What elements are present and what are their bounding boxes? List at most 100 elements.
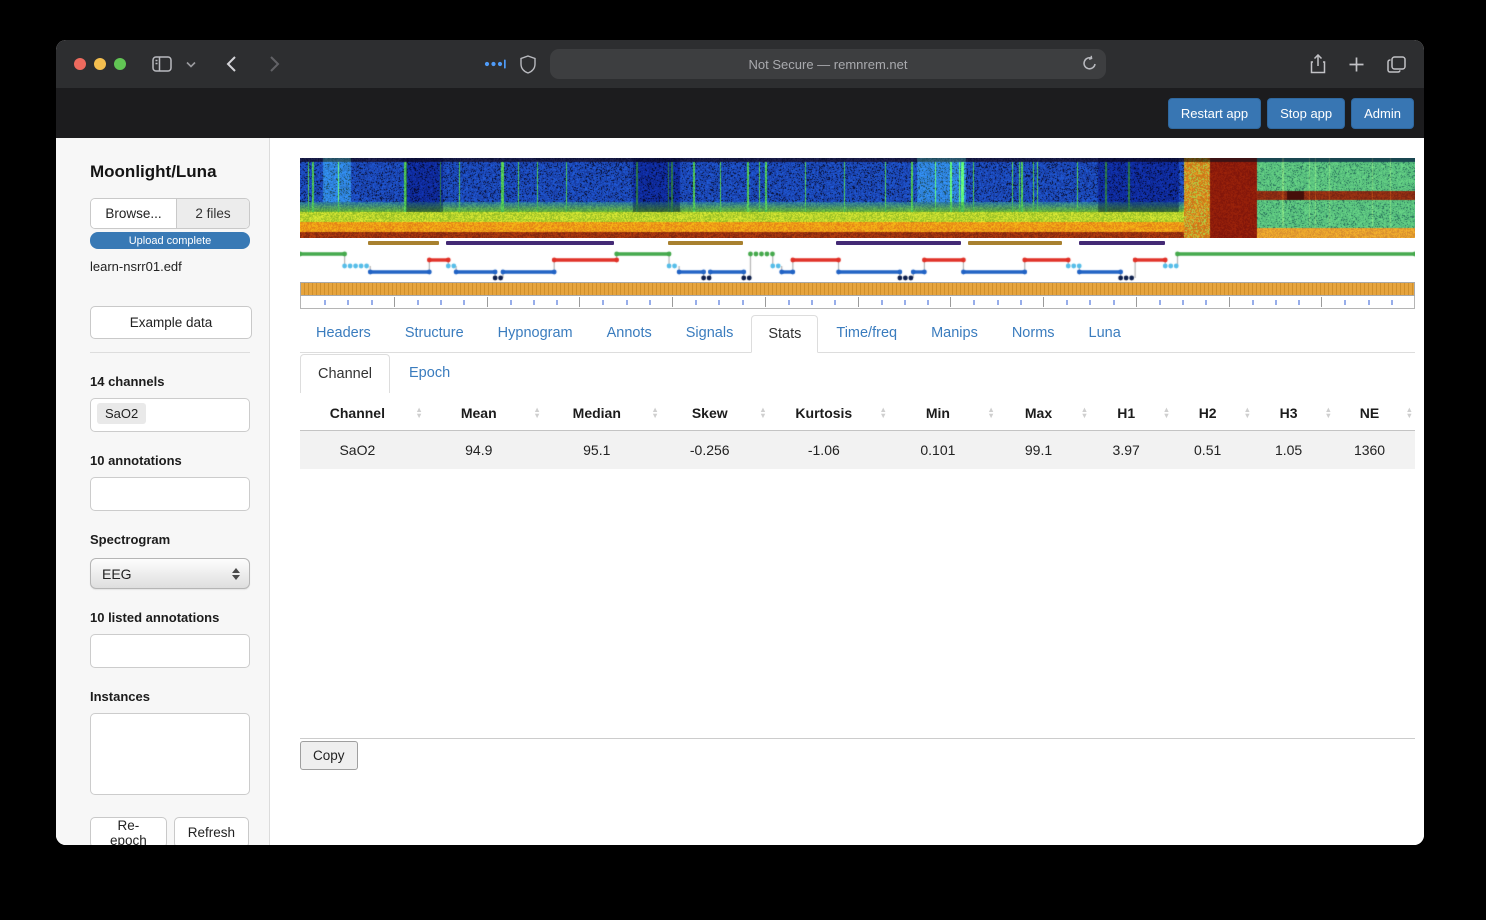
- spectrogram-canvas: [300, 158, 1415, 238]
- ruler-tick: [834, 300, 837, 305]
- tab-structure[interactable]: Structure: [389, 315, 480, 352]
- channel-select[interactable]: SaO2: [90, 398, 250, 432]
- epoch-band[interactable]: [300, 282, 1415, 296]
- tab-signals[interactable]: Signals: [670, 315, 750, 352]
- column-header-ne[interactable]: NE ▲ ▼: [1334, 395, 1415, 431]
- zoom-window-button[interactable]: [114, 58, 126, 70]
- tab-overview-icon[interactable]: [1387, 55, 1406, 73]
- ruler-tick: [370, 300, 373, 305]
- ruler-tick: [1298, 300, 1301, 305]
- admin-bar: Restart app Stop app Admin: [56, 88, 1424, 138]
- ruler-tick: [509, 300, 512, 305]
- select-stepper-icon: [232, 567, 240, 580]
- ruler-tick: [579, 297, 581, 307]
- tab-norms[interactable]: Norms: [996, 315, 1071, 352]
- tab-headers[interactable]: Headers: [300, 315, 387, 352]
- instances-textarea[interactable]: [90, 713, 250, 795]
- share-icon[interactable]: [1310, 54, 1326, 74]
- column-header-h2[interactable]: H2 ▲ ▼: [1172, 395, 1254, 431]
- annotation-bar-brown: [967, 241, 1062, 245]
- sort-arrows-icon: ▲ ▼: [533, 404, 541, 420]
- column-header-h1[interactable]: H1 ▲ ▼: [1090, 395, 1173, 431]
- ruler-tick: [1205, 300, 1208, 305]
- copy-button[interactable]: Copy: [300, 741, 358, 770]
- tab-time-freq[interactable]: Time/freq: [820, 315, 913, 352]
- column-header-channel[interactable]: Channel ▲ ▼: [300, 395, 425, 431]
- ruler-tick: [1344, 300, 1347, 305]
- ruler-tick: [1321, 297, 1323, 307]
- reload-icon[interactable]: [1082, 55, 1097, 72]
- annotation-bar-brown: [667, 241, 743, 245]
- spectrogram-channel-select[interactable]: EEG: [90, 558, 250, 589]
- ruler-tick: [1043, 297, 1044, 307]
- tab-stats[interactable]: Stats: [751, 315, 819, 353]
- channel-chip[interactable]: SaO2: [97, 403, 147, 424]
- column-header-skew[interactable]: Skew ▲ ▼: [660, 395, 769, 431]
- table-cell: 94.9: [465, 442, 493, 458]
- hypnogram-canvas[interactable]: [300, 249, 1415, 282]
- sidebar: Moonlight/Luna Browse... 2 files Upload …: [56, 138, 270, 845]
- ruler-tick: [416, 300, 419, 305]
- ruler-tick: [1089, 300, 1092, 305]
- close-window-button[interactable]: [74, 58, 86, 70]
- ruler-tick: [857, 297, 859, 307]
- back-icon[interactable]: [226, 55, 237, 73]
- spectrogram-label: Spectrogram: [90, 532, 171, 547]
- app-title: Moonlight/Luna: [90, 162, 217, 181]
- time-ruler[interactable]: [300, 296, 1415, 309]
- sidebar-toggle-icon[interactable]: [152, 56, 172, 72]
- browser-toolbar: Not Secure — remnrem.net: [56, 40, 1424, 88]
- ruler-tick: [903, 300, 906, 305]
- listed-annotations-input[interactable]: [90, 634, 250, 668]
- table-cell: 0.101: [920, 442, 956, 458]
- ruler-tick: [324, 300, 327, 305]
- column-header-h3[interactable]: H3 ▲ ▼: [1253, 395, 1335, 431]
- subtab-channel[interactable]: Channel: [300, 354, 391, 393]
- stats-table: Channel ▲ ▼ Mean ▲ ▼ Median ▲ ▼ Skew ▲ ▼ Kurtosis ▲ ▼ M…: [300, 395, 1415, 469]
- annotations-input[interactable]: [90, 477, 250, 511]
- ruler-tick: [1158, 300, 1161, 305]
- tab-hypnogram[interactable]: Hypnogram: [482, 315, 589, 352]
- admin-button[interactable]: Admin: [1351, 97, 1414, 129]
- spectrogram-channel-value: EEG: [102, 565, 132, 582]
- ruler-tick: [695, 300, 698, 305]
- channels-label: 14 channels: [90, 374, 165, 389]
- subtab-epoch[interactable]: Epoch: [392, 354, 467, 393]
- ruler-tick: [973, 300, 976, 305]
- url-field[interactable]: Not Secure — remnrem.net: [550, 49, 1106, 79]
- refresh-button[interactable]: Refresh: [173, 817, 249, 845]
- table-cell: 99.1: [1024, 442, 1053, 458]
- browse-button[interactable]: Browse...: [91, 199, 177, 228]
- signal-viewer: [300, 158, 1415, 309]
- tab-luna[interactable]: Luna: [1073, 315, 1137, 352]
- ruler-tick: [718, 300, 721, 305]
- tab-manips[interactable]: Manips: [915, 315, 994, 352]
- re-epoch-button[interactable]: Re-epoch: [90, 817, 167, 845]
- ruler-tick: [1066, 300, 1069, 305]
- screen-background: Not Secure — remnrem.net Restart app Sto…: [0, 0, 1486, 920]
- ruler-tick: [393, 297, 395, 307]
- file-input[interactable]: Browse... 2 files: [90, 198, 250, 229]
- example-data-button[interactable]: Example data: [90, 306, 252, 339]
- ruler-tick: [347, 300, 350, 305]
- restart-app-button[interactable]: Restart app: [1167, 97, 1262, 129]
- column-header-max[interactable]: Max ▲ ▼: [996, 395, 1091, 431]
- ruler-tick: [602, 300, 605, 305]
- shield-icon[interactable]: [520, 54, 536, 74]
- table-row[interactable]: SaO2 94.9 95.1 -0.256 -1.06 0.101 99.1 3.97 0.51…: [300, 430, 1415, 469]
- annotations-label: 10 annotations: [90, 453, 182, 468]
- stop-app-button[interactable]: Stop app: [1267, 97, 1346, 129]
- column-header-mean[interactable]: Mean ▲ ▼: [424, 395, 543, 431]
- sort-arrows-icon: ▲ ▼: [1324, 404, 1333, 420]
- column-header-min[interactable]: Min ▲ ▼: [888, 395, 997, 431]
- new-tab-icon[interactable]: [1348, 56, 1365, 73]
- forward-icon[interactable]: [269, 55, 280, 73]
- sidebar-divider: [90, 352, 250, 353]
- loaded-filename: learn-nsrr01.edf: [90, 259, 182, 274]
- tab-annots[interactable]: Annots: [591, 315, 668, 352]
- minimize-window-button[interactable]: [94, 58, 106, 70]
- chevron-down-icon[interactable]: [186, 61, 196, 68]
- column-header-median[interactable]: Median ▲ ▼: [542, 395, 661, 431]
- extensions-icon[interactable]: [484, 58, 506, 70]
- column-header-kurtosis[interactable]: Kurtosis ▲ ▼: [768, 395, 889, 431]
